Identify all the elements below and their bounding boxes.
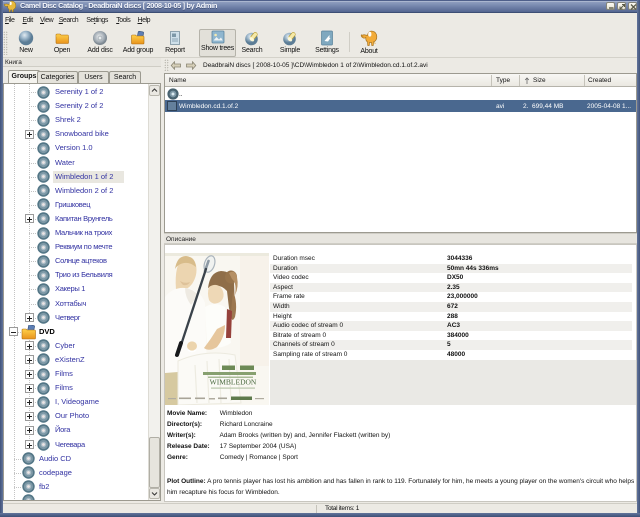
svg-text:WIMBLEDON: WIMBLEDON [210, 378, 257, 387]
